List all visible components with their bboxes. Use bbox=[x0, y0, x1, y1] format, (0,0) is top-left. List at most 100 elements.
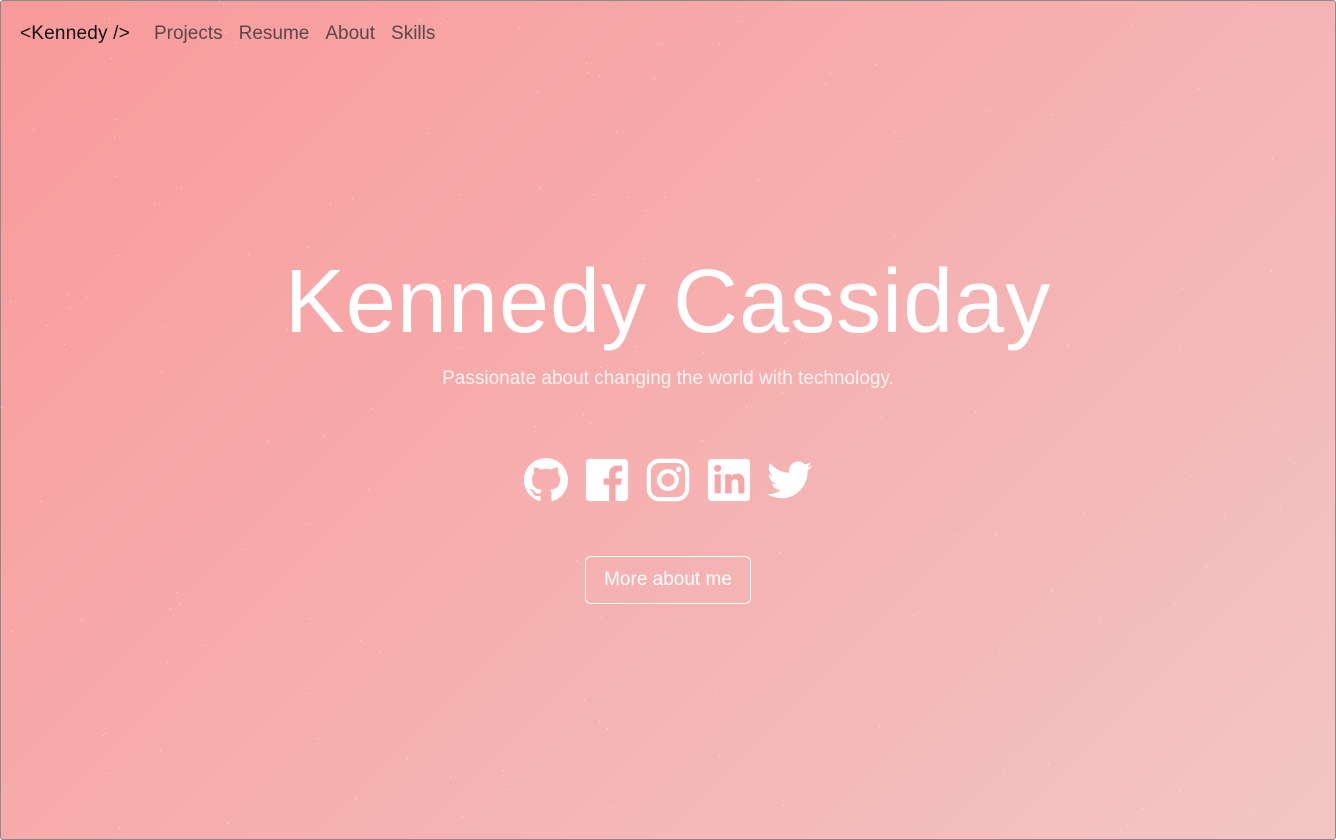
star-dot bbox=[627, 197, 628, 198]
star-dot bbox=[780, 552, 781, 553]
star-dot bbox=[825, 83, 826, 84]
star-dot bbox=[352, 198, 353, 199]
star-dot bbox=[877, 129, 878, 130]
star-dot bbox=[154, 204, 155, 205]
linkedin-link[interactable] bbox=[706, 456, 753, 503]
star-dot bbox=[160, 750, 161, 751]
star-dot bbox=[1250, 809, 1251, 810]
star-dot bbox=[830, 73, 831, 74]
star-dot bbox=[593, 194, 594, 195]
star-dot bbox=[664, 197, 665, 198]
facebook-icon bbox=[585, 458, 629, 501]
star-dot bbox=[1224, 517, 1225, 518]
social-links bbox=[1, 456, 1335, 503]
star-dot bbox=[167, 662, 168, 663]
star-dot bbox=[610, 807, 611, 808]
nav-link-resume[interactable]: Resume bbox=[239, 23, 310, 45]
star-dot bbox=[1010, 545, 1011, 546]
star-dot bbox=[519, 27, 520, 28]
twitter-link[interactable] bbox=[767, 456, 814, 503]
star-dot bbox=[658, 44, 659, 45]
star-dot bbox=[355, 798, 356, 799]
star-dot bbox=[462, 816, 463, 817]
star-dot bbox=[714, 233, 715, 234]
star-dot bbox=[330, 204, 331, 205]
starfield-background bbox=[1, 1, 1335, 839]
star-dot bbox=[12, 631, 13, 632]
star-dot bbox=[746, 407, 747, 408]
star-dot bbox=[719, 756, 720, 757]
star-dot bbox=[758, 180, 759, 181]
star-dot bbox=[1180, 791, 1181, 792]
star-dot bbox=[1105, 149, 1106, 150]
star-dot bbox=[372, 408, 373, 409]
linkedin-icon bbox=[707, 458, 751, 501]
star-dot bbox=[105, 733, 106, 734]
star-dot bbox=[587, 72, 588, 73]
github-icon bbox=[523, 457, 569, 501]
star-dot bbox=[219, 1, 220, 2]
star-dot bbox=[267, 441, 268, 442]
star-dot bbox=[459, 194, 460, 195]
star-dot bbox=[583, 414, 584, 415]
star-dot bbox=[116, 119, 117, 120]
star-dot bbox=[894, 235, 895, 236]
page-background: <Kennedy /> Projects Resume About Skills… bbox=[0, 0, 1336, 840]
star-dot bbox=[103, 735, 104, 736]
star-dot bbox=[179, 604, 180, 605]
star-dot bbox=[106, 773, 107, 774]
star-dot bbox=[306, 524, 307, 525]
star-dot bbox=[1120, 830, 1121, 831]
star-dot bbox=[223, 3, 224, 4]
star-dot bbox=[360, 640, 361, 641]
facebook-link[interactable] bbox=[584, 456, 631, 503]
star-dot bbox=[1122, 122, 1123, 123]
star-dot bbox=[537, 91, 538, 92]
star-dot bbox=[427, 133, 428, 134]
star-dot bbox=[1233, 718, 1234, 719]
star-dot bbox=[1052, 114, 1053, 115]
star-dot bbox=[323, 436, 324, 437]
star-dot bbox=[702, 440, 703, 441]
star-dot bbox=[954, 534, 955, 535]
star-dot bbox=[1099, 620, 1100, 621]
star-dot bbox=[989, 110, 990, 111]
navbar: <Kennedy /> Projects Resume About Skills bbox=[20, 19, 451, 49]
hero-name: Kennedy Cassiday bbox=[284, 252, 1052, 352]
star-dot bbox=[1, 407, 2, 408]
star-dot bbox=[725, 826, 726, 827]
star-dot bbox=[450, 776, 451, 777]
star-dot bbox=[535, 426, 536, 427]
star-dot bbox=[539, 187, 540, 188]
star-dot bbox=[616, 131, 617, 132]
star-dot bbox=[181, 187, 182, 188]
nav-link-projects[interactable]: Projects bbox=[154, 23, 223, 45]
github-link[interactable] bbox=[523, 456, 570, 503]
star-dot bbox=[782, 392, 783, 393]
twitter-icon bbox=[767, 460, 813, 498]
star-dot bbox=[1048, 763, 1049, 764]
star-dot bbox=[586, 63, 587, 64]
nav-link-about[interactable]: About bbox=[325, 23, 375, 45]
star-dot bbox=[205, 645, 206, 646]
brand-logo-link[interactable]: <Kennedy /> bbox=[20, 23, 130, 45]
star-dot bbox=[610, 4, 611, 5]
nav-link-skills[interactable]: Skills bbox=[391, 23, 435, 45]
star-dot bbox=[1278, 730, 1279, 731]
star-dot bbox=[170, 608, 171, 609]
star-dot bbox=[1132, 25, 1133, 26]
star-dot bbox=[599, 76, 600, 77]
more-about-me-button[interactable]: More about me bbox=[585, 556, 751, 604]
star-dot bbox=[913, 615, 914, 616]
star-dot bbox=[875, 64, 876, 65]
star-dot bbox=[1003, 772, 1004, 773]
instagram-icon bbox=[646, 458, 690, 501]
star-dot bbox=[1193, 221, 1194, 222]
instagram-link[interactable] bbox=[645, 456, 692, 503]
star-dot bbox=[901, 141, 902, 142]
hero-tagline: Passionate about changing the world with… bbox=[442, 368, 894, 389]
star-dot bbox=[379, 652, 380, 653]
star-dot bbox=[881, 417, 882, 418]
star-dot bbox=[1198, 88, 1199, 89]
star-dot bbox=[1272, 158, 1273, 159]
